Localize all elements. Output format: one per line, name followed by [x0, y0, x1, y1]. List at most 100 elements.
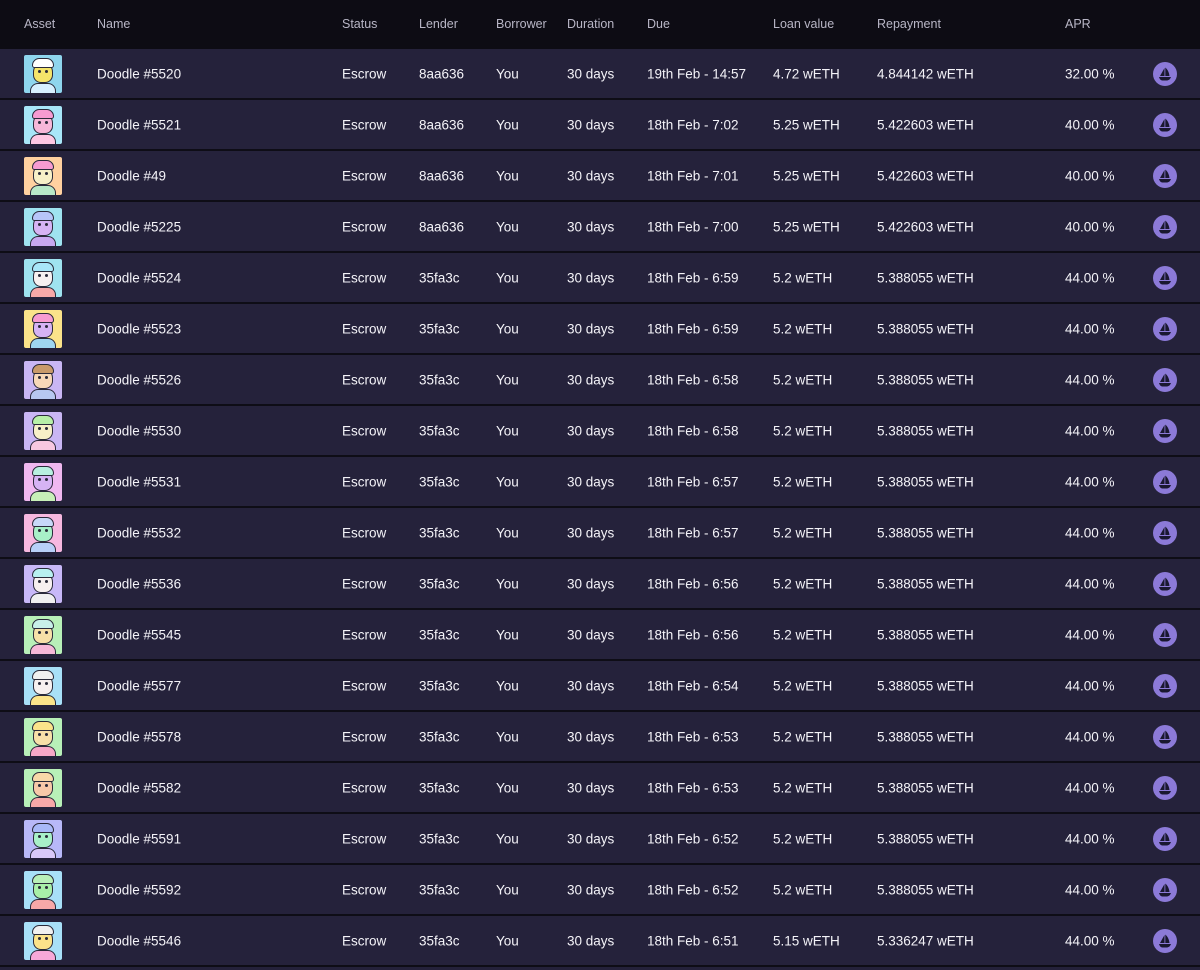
- table-row[interactable]: Doodle #5591 Escrow 35fa3c You 30 days 18th F…: [0, 814, 1200, 865]
- table-row[interactable]: Doodle #5592 Escrow 35fa3c You 30 days 18th F…: [0, 865, 1200, 916]
- table-row[interactable]: Doodle #5524 Escrow 35fa3c You 30 days 18th F…: [0, 253, 1200, 304]
- opensea-ship-icon[interactable]: [1153, 622, 1177, 647]
- asset-cell: [24, 921, 62, 960]
- borrower-text: You: [496, 678, 519, 693]
- table-row[interactable]: Doodle #5546 Escrow 35fa3c You 30 days 18th F…: [0, 916, 1200, 967]
- opensea-ship-icon[interactable]: [1153, 571, 1177, 596]
- opensea-ship-icon[interactable]: [1153, 520, 1177, 545]
- table-row[interactable]: Doodle #5531 Escrow 35fa3c You 30 days 18th F…: [0, 457, 1200, 508]
- lender-address: 35fa3c: [419, 882, 460, 897]
- due-date: 18th Feb - 6:58: [647, 423, 739, 438]
- doodle-avatar[interactable]: [24, 360, 62, 399]
- table-row[interactable]: Doodle #5577 Escrow 35fa3c You 30 days 18th F…: [0, 661, 1200, 712]
- asset-name: Doodle #5524: [97, 270, 182, 285]
- lender-address: 35fa3c: [419, 780, 460, 795]
- due-date: 18th Feb - 6:52: [647, 882, 739, 897]
- asset-cell: [24, 513, 62, 552]
- table-row[interactable]: Doodle #5578 Escrow 35fa3c You 30 days 18th F…: [0, 712, 1200, 763]
- doodle-avatar[interactable]: [24, 156, 62, 195]
- doodle-avatar[interactable]: [24, 921, 62, 960]
- doodle-avatar[interactable]: [24, 54, 62, 93]
- opensea-ship-icon[interactable]: [1153, 265, 1177, 290]
- opensea-ship-icon[interactable]: [1153, 724, 1177, 749]
- apr-value: 32.00 %: [1065, 66, 1115, 81]
- column-header-repayment[interactable]: Repayment: [877, 17, 941, 31]
- opensea-ship-icon[interactable]: [1153, 214, 1177, 239]
- table-row[interactable]: Doodle #5532 Escrow 35fa3c You 30 days 18th F…: [0, 508, 1200, 559]
- column-header-apr[interactable]: APR: [1065, 17, 1091, 31]
- column-header-borrower[interactable]: Borrower: [496, 17, 547, 31]
- asset-name: Doodle #49: [97, 168, 167, 183]
- doodle-avatar[interactable]: [24, 564, 62, 603]
- duration-text: 30 days: [567, 627, 615, 642]
- apr-value: 44.00 %: [1065, 270, 1115, 285]
- duration-text: 30 days: [567, 933, 615, 948]
- column-header-asset[interactable]: Asset: [24, 17, 55, 31]
- doodle-avatar[interactable]: [24, 513, 62, 552]
- borrower-text: You: [496, 729, 519, 744]
- doodle-avatar[interactable]: [24, 870, 62, 909]
- table-row[interactable]: Doodle #5582 Escrow 35fa3c You 30 days 18th F…: [0, 763, 1200, 814]
- status-text: Escrow: [342, 423, 387, 438]
- apr-value: 44.00 %: [1065, 321, 1115, 336]
- column-header-status[interactable]: Status: [342, 17, 377, 31]
- column-header-due[interactable]: Due: [647, 17, 670, 31]
- duration-text: 30 days: [567, 168, 615, 183]
- table-row[interactable]: Doodle #5523 Escrow 35fa3c You 30 days 18th F…: [0, 304, 1200, 355]
- doodle-avatar[interactable]: [24, 411, 62, 450]
- duration-text: 30 days: [567, 525, 615, 540]
- column-header-loan-value[interactable]: Loan value: [773, 17, 834, 31]
- doodle-avatar[interactable]: [24, 615, 62, 654]
- doodle-avatar[interactable]: [24, 666, 62, 705]
- action-cell: [1153, 418, 1177, 443]
- opensea-ship-icon[interactable]: [1153, 928, 1177, 953]
- loan-value: 5.2 wETH: [773, 627, 833, 642]
- lender-address: 35fa3c: [419, 372, 460, 387]
- duration-text: 30 days: [567, 423, 615, 438]
- table-row[interactable]: Doodle #5530 Escrow 35fa3c You 30 days 18th F…: [0, 406, 1200, 457]
- opensea-ship-icon[interactable]: [1153, 112, 1177, 137]
- doodle-avatar[interactable]: [24, 258, 62, 297]
- apr-value: 44.00 %: [1065, 423, 1115, 438]
- doodle-avatar[interactable]: [24, 819, 62, 858]
- status-text: Escrow: [342, 117, 387, 132]
- table-row[interactable]: Doodle #5536 Escrow 35fa3c You 30 days 18th F…: [0, 559, 1200, 610]
- opensea-ship-icon[interactable]: [1153, 418, 1177, 443]
- apr-value: 44.00 %: [1065, 372, 1115, 387]
- column-header-name[interactable]: Name: [97, 17, 130, 31]
- doodle-avatar[interactable]: [24, 105, 62, 144]
- table-row[interactable]: Doodle #5526 Escrow 35fa3c You 30 days 18th F…: [0, 355, 1200, 406]
- asset-cell: [24, 819, 62, 858]
- opensea-ship-icon[interactable]: [1153, 469, 1177, 494]
- asset-cell: [24, 768, 62, 807]
- status-text: Escrow: [342, 576, 387, 591]
- opensea-ship-icon[interactable]: [1153, 61, 1177, 86]
- asset-name: Doodle #5520: [97, 66, 182, 81]
- opensea-ship-icon[interactable]: [1153, 316, 1177, 341]
- table-row[interactable]: Doodle #5521 Escrow 8aa636 You 30 days 18th F…: [0, 100, 1200, 151]
- doodle-avatar[interactable]: [24, 207, 62, 246]
- loan-value: 5.25 wETH: [773, 168, 840, 183]
- column-header-lender[interactable]: Lender: [419, 17, 458, 31]
- table-row[interactable]: Doodle #5225 Escrow 8aa636 You 30 days 18th F…: [0, 202, 1200, 253]
- table-row[interactable]: Doodle #5545 Escrow 35fa3c You 30 days 18th F…: [0, 610, 1200, 661]
- table-row[interactable]: Doodle #5520 Escrow 8aa636 You 30 days 19th F…: [0, 49, 1200, 100]
- apr-value: 44.00 %: [1065, 576, 1115, 591]
- table-row[interactable]: Doodle #49 Escrow 8aa636 You 30 days 18th Feb…: [0, 151, 1200, 202]
- doodle-avatar[interactable]: [24, 768, 62, 807]
- doodle-avatar[interactable]: [24, 309, 62, 348]
- borrower-text: You: [496, 66, 519, 81]
- opensea-ship-icon[interactable]: [1153, 367, 1177, 392]
- opensea-ship-icon[interactable]: [1153, 673, 1177, 698]
- status-text: Escrow: [342, 219, 387, 234]
- opensea-ship-icon[interactable]: [1153, 826, 1177, 851]
- asset-cell: [24, 360, 62, 399]
- opensea-ship-icon[interactable]: [1153, 877, 1177, 902]
- column-header-duration[interactable]: Duration: [567, 17, 614, 31]
- doodle-avatar[interactable]: [24, 462, 62, 501]
- opensea-ship-icon[interactable]: [1153, 163, 1177, 188]
- repayment-value: 5.388055 wETH: [877, 831, 974, 846]
- opensea-ship-icon[interactable]: [1153, 775, 1177, 800]
- doodle-avatar[interactable]: [24, 717, 62, 756]
- asset-name: Doodle #5523: [97, 321, 182, 336]
